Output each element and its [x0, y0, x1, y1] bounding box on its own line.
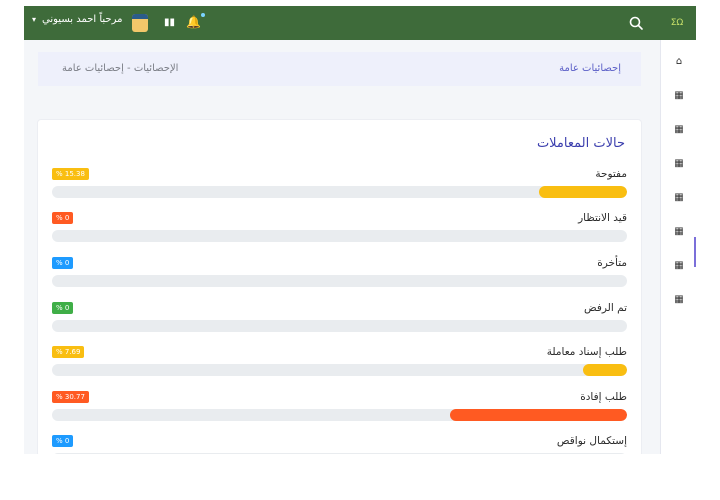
status-row-pending: قيد الانتظار % 0: [52, 212, 627, 252]
user-menu[interactable]: ▾ مرحباً احمد بسيوني: [32, 14, 123, 25]
percent-badge: % 7.69: [52, 346, 85, 358]
progress-track: [52, 320, 627, 332]
progress-track: [52, 275, 627, 287]
status-row-assign-request: طلب إسناد معاملة % 7.69: [52, 346, 627, 386]
percent-badge: % 15.38: [52, 168, 89, 180]
grid-icon[interactable]: ▦: [673, 124, 685, 136]
status-row-info-request: طلب إفادة % 30.77: [52, 391, 627, 431]
bar-chart-icon[interactable]: ▮▮: [164, 17, 175, 28]
percent-badge: % 0: [52, 212, 74, 224]
progress-fill: [582, 364, 627, 376]
breadcrumb-title: إحصائيات عامة: [559, 63, 621, 74]
calendar-icon[interactable]: [132, 14, 148, 32]
breadcrumb-path[interactable]: الإحصائيات - إحصائيات عامة: [62, 63, 178, 74]
status-label: إستكمال نواقص: [556, 435, 627, 447]
card-title: حالات المعاملات: [536, 136, 625, 151]
grid-icon[interactable]: ▦: [673, 260, 685, 272]
progress-track: [52, 186, 627, 198]
bell-icon[interactable]: 🔔: [186, 13, 205, 29]
status-row-open: مفتوحة % 15.38: [52, 168, 627, 208]
status-row-missing-completion: إستكمال نواقص % 0: [52, 435, 627, 454]
status-label: قيد الانتظار: [578, 212, 627, 224]
status-label: متأخرة: [597, 257, 627, 269]
status-label: طلب إسناد معاملة: [546, 346, 627, 358]
status-label: مفتوحة: [595, 168, 627, 180]
progress-track: [52, 230, 627, 242]
user-name: مرحباً احمد بسيوني: [42, 14, 123, 25]
notification-dot: [200, 13, 205, 17]
percent-badge: % 0: [52, 302, 74, 314]
percent-badge: % 0: [52, 435, 74, 447]
grid-icon[interactable]: ▦: [673, 192, 685, 204]
main-content: إحصائيات عامة الإحصائيات - إحصائيات عامة…: [24, 40, 660, 454]
progress-fill: [450, 409, 627, 421]
app-logo[interactable]: ΣΩ: [660, 8, 694, 38]
home-icon[interactable]: ⌂: [673, 56, 685, 68]
status-row-rejected: تم الرفض % 0: [52, 302, 627, 342]
top-navbar: ▾ مرحباً احمد بسيوني ▮▮ 🔔 ΣΩ: [24, 6, 696, 40]
progress-track: [52, 409, 627, 421]
progress-track: [52, 364, 627, 376]
grid-icon[interactable]: ▦: [673, 90, 685, 102]
status-label: طلب إفادة: [580, 391, 627, 403]
chevron-down-icon: ▾: [32, 15, 37, 24]
status-row-late: متأخرة % 0: [52, 257, 627, 297]
progress-track: [52, 453, 627, 454]
grid-icon[interactable]: ▦: [673, 226, 685, 238]
transaction-status-card: حالات المعاملات مفتوحة % 15.38 قيد الانت…: [38, 120, 641, 454]
breadcrumb: إحصائيات عامة الإحصائيات - إحصائيات عامة: [38, 52, 641, 86]
percent-badge: % 30.77: [52, 391, 89, 403]
sidebar-active-indicator: [694, 237, 696, 267]
grid-icon[interactable]: ▦: [673, 294, 685, 306]
percent-badge: % 0: [52, 257, 74, 269]
progress-fill: [538, 186, 627, 198]
app-window: ▾ مرحباً احمد بسيوني ▮▮ 🔔 ΣΩ إحصائيات عا…: [24, 6, 696, 454]
sidebar: ⌂ ▦ ▦ ▦ ▦ ▦ ▦ ▦: [660, 40, 696, 454]
grid-icon[interactable]: ▦: [673, 158, 685, 170]
status-label: تم الرفض: [583, 302, 627, 314]
search-icon[interactable]: [628, 15, 644, 31]
